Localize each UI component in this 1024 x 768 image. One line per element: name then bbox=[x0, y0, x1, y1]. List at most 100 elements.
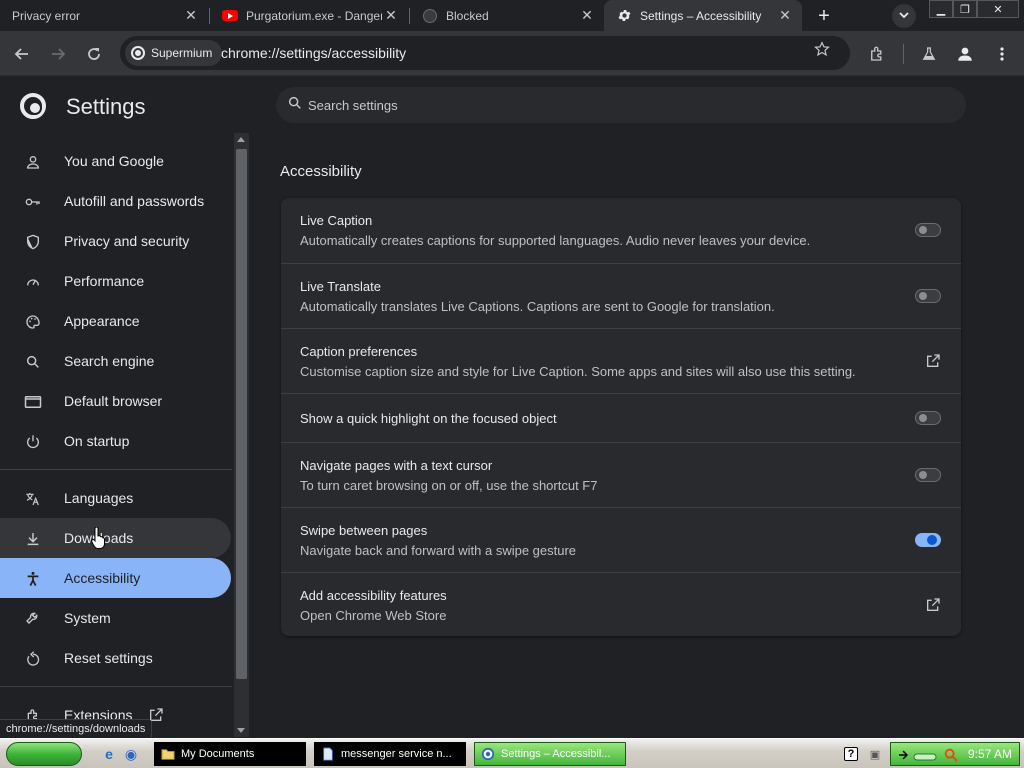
key-icon bbox=[24, 193, 42, 211]
network-icon[interactable]: ▣ bbox=[866, 745, 884, 763]
menu-button[interactable] bbox=[989, 41, 1015, 67]
palette-icon bbox=[24, 313, 42, 331]
setting-row-caption-preferences[interactable]: Caption preferences Customise caption si… bbox=[281, 328, 961, 393]
setting-row-focus-highlight[interactable]: Show a quick highlight on the focused ob… bbox=[281, 393, 961, 442]
row-title: Caption preferences bbox=[300, 344, 418, 359]
download-icon bbox=[24, 530, 42, 548]
url-text[interactable]: chrome://settings/accessibility bbox=[221, 45, 406, 61]
help-icon[interactable]: ? bbox=[844, 747, 858, 761]
tab-title: Purgatorium.exe - Danger bbox=[246, 8, 382, 23]
focus-highlight-toggle[interactable] bbox=[915, 411, 941, 425]
live-caption-toggle[interactable] bbox=[915, 223, 941, 237]
speedometer-icon bbox=[24, 273, 42, 291]
search-settings-box[interactable] bbox=[276, 87, 966, 123]
profile-button[interactable] bbox=[952, 41, 978, 67]
sidebar-item-system[interactable]: System bbox=[0, 598, 231, 638]
sidebar-item-downloads[interactable]: Downloads bbox=[0, 518, 231, 558]
tab-purgatorium[interactable]: Purgatorium.exe - Danger ✕ bbox=[210, 0, 408, 31]
sidebar-item-reset-settings[interactable]: Reset settings bbox=[0, 638, 231, 678]
tab-search-button[interactable] bbox=[892, 4, 916, 28]
sidebar-item-search-engine[interactable]: Search engine bbox=[0, 341, 231, 381]
browser-toolbar: Supermium chrome://settings/accessibilit… bbox=[0, 31, 1024, 76]
magnifier-icon[interactable] bbox=[943, 747, 959, 763]
tab-title: Blocked bbox=[446, 8, 489, 23]
scroll-down-arrow-icon[interactable] bbox=[237, 728, 245, 733]
tray-status-icon[interactable] bbox=[913, 749, 937, 761]
accessibility-icon bbox=[24, 570, 42, 588]
setting-row-live-translate[interactable]: Live Translate Automatically translates … bbox=[281, 263, 961, 328]
address-bar[interactable]: Supermium chrome://settings/accessibilit… bbox=[120, 36, 850, 70]
system-tray: 9:57 AM bbox=[890, 742, 1020, 766]
swipe-navigation-toggle[interactable] bbox=[915, 533, 941, 547]
supermium-logo-icon bbox=[131, 46, 145, 60]
sidebar-scrollbar[interactable] bbox=[234, 133, 249, 737]
setting-row-add-accessibility-features[interactable]: Add accessibility features Open Chrome W… bbox=[281, 572, 961, 636]
row-title: Add accessibility features bbox=[300, 588, 447, 603]
internet-explorer-icon[interactable]: e bbox=[100, 745, 118, 763]
scrollbar-thumb[interactable] bbox=[236, 149, 247, 679]
tab-blocked[interactable]: Blocked ✕ bbox=[410, 0, 604, 31]
close-window-button[interactable]: ✕ bbox=[977, 0, 1019, 18]
tab-title: Settings – Accessibility bbox=[640, 8, 762, 23]
search-input[interactable] bbox=[308, 95, 948, 115]
sidebar-item-label: Search engine bbox=[64, 353, 155, 369]
sidebar-item-you-and-google[interactable]: You and Google bbox=[0, 141, 231, 181]
taskbar-item-messenger[interactable]: messenger service n... bbox=[314, 742, 466, 766]
site-info-chip[interactable]: Supermium bbox=[125, 40, 223, 66]
kebab-menu-icon bbox=[1000, 47, 1004, 61]
tab-settings-accessibility[interactable]: Settings – Accessibility ✕ bbox=[604, 0, 802, 31]
setting-row-caret-browsing[interactable]: Navigate pages with a text cursor To tur… bbox=[281, 442, 961, 507]
sidebar-item-appearance[interactable]: Appearance bbox=[0, 301, 231, 341]
link-status-bubble: chrome://settings/downloads bbox=[0, 719, 153, 737]
sidebar-item-languages[interactable]: Languages bbox=[0, 478, 231, 518]
tab-close-icon[interactable]: ✕ bbox=[776, 7, 794, 25]
sidebar-item-autofill[interactable]: Autofill and passwords bbox=[0, 181, 231, 221]
live-translate-toggle[interactable] bbox=[915, 289, 941, 303]
sidebar-item-performance[interactable]: Performance bbox=[0, 261, 231, 301]
taskbar-item-settings[interactable]: Settings – Accessibil... bbox=[474, 742, 626, 766]
sidebar-item-label: Accessibility bbox=[64, 570, 141, 586]
wrench-icon bbox=[24, 610, 42, 628]
new-tab-button[interactable]: + bbox=[812, 4, 836, 28]
external-link-icon[interactable] bbox=[925, 597, 941, 613]
minimize-button[interactable]: ▁ bbox=[929, 0, 953, 18]
taskbar-item-my-documents[interactable]: My Documents bbox=[154, 742, 306, 766]
tray-arrow-icon[interactable] bbox=[897, 748, 911, 760]
extensions-button[interactable] bbox=[864, 41, 890, 67]
arrow-right-icon bbox=[52, 48, 66, 60]
bookmark-star-icon[interactable] bbox=[814, 41, 830, 62]
row-description: To turn caret browsing on or off, use th… bbox=[300, 478, 598, 493]
reload-button[interactable] bbox=[81, 41, 107, 67]
tab-close-icon[interactable]: ✕ bbox=[578, 7, 596, 25]
external-link-icon[interactable] bbox=[925, 353, 941, 369]
chevron-down-icon bbox=[899, 10, 909, 23]
row-description: Navigate back and forward with a swipe g… bbox=[300, 543, 577, 558]
browser-quicklaunch-icon[interactable]: ◉ bbox=[122, 745, 140, 763]
power-icon bbox=[24, 433, 42, 451]
setting-row-swipe-navigation[interactable]: Swipe between pages Navigate back and fo… bbox=[281, 507, 961, 572]
tab-privacy-error[interactable]: Privacy error ✕ bbox=[0, 0, 208, 31]
tab-close-icon[interactable]: ✕ bbox=[382, 7, 400, 25]
scroll-up-arrow-icon[interactable] bbox=[237, 137, 245, 142]
caret-browsing-toggle[interactable] bbox=[915, 468, 941, 482]
sidebar-item-accessibility[interactable]: Accessibility bbox=[0, 558, 231, 598]
forward-button[interactable] bbox=[45, 41, 71, 67]
row-title: Swipe between pages bbox=[300, 523, 428, 538]
labs-button[interactable] bbox=[916, 41, 942, 67]
supermium-icon bbox=[481, 747, 495, 761]
clock: 9:57 AM bbox=[968, 747, 1013, 761]
start-button[interactable] bbox=[6, 742, 82, 766]
restore-button[interactable]: ❐ bbox=[953, 0, 977, 18]
row-description: Automatically creates captions for suppo… bbox=[300, 233, 811, 248]
sidebar-item-label: On startup bbox=[64, 433, 130, 449]
taskbar-item-label: My Documents bbox=[181, 748, 255, 760]
back-button[interactable] bbox=[9, 41, 35, 67]
setting-row-live-caption[interactable]: Live Caption Automatically creates capti… bbox=[281, 198, 961, 263]
shield-icon bbox=[24, 233, 42, 251]
sidebar-item-on-startup[interactable]: On startup bbox=[0, 421, 231, 461]
sidebar-item-default-browser[interactable]: Default browser bbox=[0, 381, 231, 421]
tab-close-icon[interactable]: ✕ bbox=[182, 7, 200, 25]
puzzle-icon bbox=[871, 46, 882, 61]
row-title: Live Caption bbox=[300, 213, 373, 228]
sidebar-item-privacy[interactable]: Privacy and security bbox=[0, 221, 231, 261]
